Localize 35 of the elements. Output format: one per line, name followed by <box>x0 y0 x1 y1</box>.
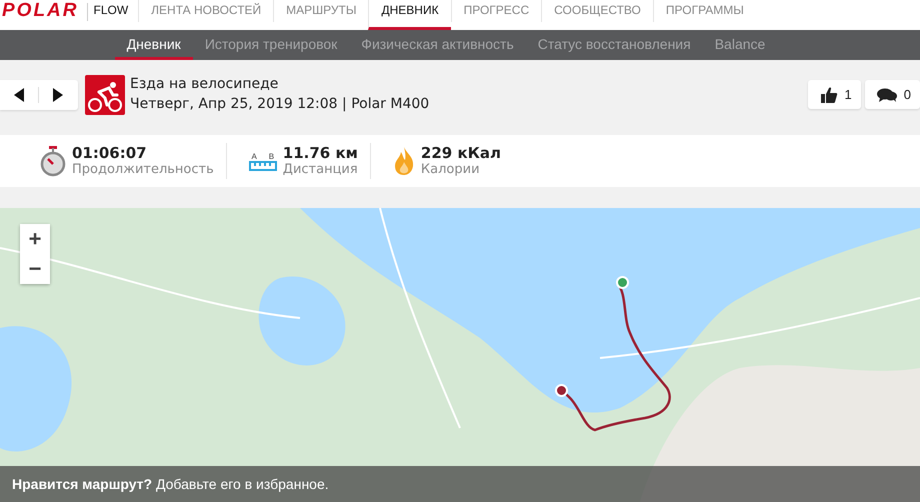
zoom-out-button[interactable]: − <box>20 254 50 284</box>
like-button[interactable]: 1 <box>808 80 861 109</box>
nav-tab[interactable]: ЛЕНТА НОВОСТЕЙ <box>138 0 274 22</box>
distance-point-label: A <box>251 152 257 160</box>
subnav-tab[interactable]: История тренировок <box>204 30 338 60</box>
stat-value: 11.76 км <box>282 144 358 162</box>
subnav-tab[interactable]: Balance <box>714 30 766 60</box>
flame-icon <box>392 146 415 176</box>
stat-value: 229 кКал <box>420 144 501 162</box>
left-triangle-icon <box>14 88 24 102</box>
distance-point-label: B <box>268 152 274 160</box>
cycling-icon <box>85 74 125 114</box>
session-subtitle: Четверг, Апр 25, 2019 12:08 | Polar M400 <box>130 95 430 114</box>
nav-tab[interactable]: СООБЩЕСТВО <box>541 0 653 22</box>
stat-label: Калории <box>420 162 481 178</box>
nav-tab[interactable]: МАРШРУТЫ <box>273 0 368 22</box>
nav-tab[interactable]: ПРОГРАММЫ <box>652 0 756 22</box>
speech-bubbles-icon <box>876 86 897 102</box>
banner-message: Нравится маршрут? Добавьте его в избранное. <box>12 476 329 492</box>
nav-tab[interactable]: ПРОГРЕСС <box>450 0 542 22</box>
ruler-icon <box>248 160 277 170</box>
right-triangle-icon <box>53 88 63 102</box>
polar-logo[interactable]: POLAR <box>0 0 86 22</box>
subnav-tab[interactable]: Статус восстановления <box>538 30 691 60</box>
flow-link[interactable]: FLOW <box>88 2 138 18</box>
stopwatch-icon <box>40 145 66 177</box>
stat-label: Продолжительность <box>72 162 214 178</box>
stat-label: Дистанция <box>282 162 358 178</box>
subnav-tab[interactable]: Физическая активность <box>361 30 514 60</box>
comment-button[interactable]: 0 <box>864 80 920 109</box>
session-title: Езда на велосипеде <box>130 75 280 94</box>
subnav-tab[interactable]: Дневник <box>114 30 193 60</box>
stat-value: 01:06:07 <box>72 144 148 162</box>
thumbs-up-icon <box>820 86 838 104</box>
zoom-in-button[interactable]: + <box>20 224 50 254</box>
